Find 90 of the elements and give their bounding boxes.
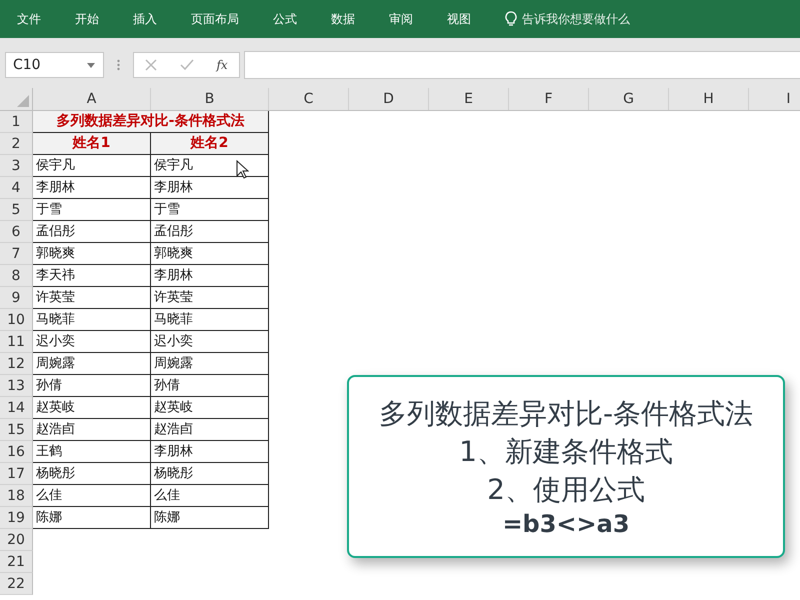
row-header[interactable]: 5: [0, 199, 33, 221]
row-header[interactable]: 4: [0, 177, 33, 199]
column-header[interactable]: D: [349, 88, 429, 110]
table-cell: 许英莹: [33, 287, 151, 309]
check-icon[interactable]: [180, 59, 194, 71]
row-header[interactable]: 3: [0, 155, 33, 177]
column-header[interactable]: H: [669, 88, 749, 110]
table-cell: 马晓菲: [151, 309, 269, 331]
row-header[interactable]: 21: [0, 551, 33, 573]
table-cell: 李朋林: [151, 177, 269, 199]
ribbon-tab[interactable]: 页面布局: [191, 10, 239, 28]
ribbon-tab[interactable]: 公式: [273, 10, 297, 28]
table-cell: 么佳: [151, 485, 269, 507]
table-cell: 李天祎: [33, 265, 151, 287]
column-header[interactable]: A: [33, 88, 151, 110]
table-cell: 于雪: [151, 199, 269, 221]
table-cell: 赵英岐: [151, 397, 269, 419]
row-header[interactable]: 19: [0, 507, 33, 529]
note-text: 2、使用公式: [487, 472, 645, 508]
caret-icon: [87, 62, 95, 68]
formula-text: =b3<>a3: [502, 508, 630, 538]
row-header[interactable]: 10: [0, 309, 33, 331]
table-cell: 赵浩卣: [151, 419, 269, 441]
table-cell: 杨晓彤: [33, 463, 151, 485]
table-cell: 么佳: [33, 485, 151, 507]
column-header[interactable]: B: [151, 88, 269, 110]
pointer-icon: [236, 160, 249, 179]
row-header[interactable]: 20: [0, 529, 33, 551]
name-box[interactable]: C10: [5, 52, 104, 78]
row-header[interactable]: 12: [0, 353, 33, 375]
row-header[interactable]: 11: [0, 331, 33, 353]
cancel-icon[interactable]: [145, 59, 158, 71]
row-header[interactable]: 18: [0, 485, 33, 507]
ribbon-tab[interactable]: 文件: [17, 10, 41, 28]
row-header[interactable]: 1: [0, 111, 33, 133]
ribbon-tab[interactable]: 视图: [447, 10, 471, 28]
row-header[interactable]: 14: [0, 397, 33, 419]
table-cell: 赵浩卣: [33, 419, 151, 441]
table-cell: 许英莹: [151, 287, 269, 309]
insert-function-button[interactable]: fx: [216, 58, 228, 72]
formula-input[interactable]: [244, 51, 800, 79]
table-cell: 侯宇凡: [33, 155, 151, 177]
grip-icon: [117, 59, 120, 71]
column-header[interactable]: G: [589, 88, 669, 110]
row-header[interactable]: 9: [0, 287, 33, 309]
table-cell: 孙倩: [151, 375, 269, 397]
row-header[interactable]: 15: [0, 419, 33, 441]
row-header[interactable]: 6: [0, 221, 33, 243]
table-cell: 孟侣彤: [33, 221, 151, 243]
ribbon-tab[interactable]: 数据: [331, 10, 355, 28]
table-cell: 陈娜: [33, 507, 151, 529]
ribbon-tab[interactable]: 开始: [75, 10, 99, 28]
table-cell: 郭晓爽: [33, 243, 151, 265]
column-header[interactable]: F: [509, 88, 589, 110]
title-cell: 多列数据差异对比-条件格式法: [33, 111, 269, 133]
select-all-icon[interactable]: [17, 95, 29, 107]
row-header[interactable]: 22: [0, 573, 33, 595]
row-header[interactable]: 2: [0, 133, 33, 155]
ribbon-tab[interactable]: 插入: [133, 10, 157, 28]
table-cell: 迟小奕: [33, 331, 151, 353]
ribbon-tab[interactable]: 审阅: [389, 10, 413, 28]
table-cell: 李朋林: [151, 441, 269, 463]
table-cell: 杨晓彤: [151, 463, 269, 485]
column-header[interactable]: C: [269, 88, 349, 110]
table-cell: 李朋林: [33, 177, 151, 199]
tell-me-search[interactable]: 告诉我你想要做什么: [505, 10, 630, 28]
note-text: 多列数据差异对比-条件格式法: [378, 396, 754, 432]
column-header[interactable]: I: [749, 88, 800, 110]
table-cell: 陈娜: [151, 507, 269, 529]
table-cell: 郭晓爽: [151, 243, 269, 265]
table-cell: 孙倩: [33, 375, 151, 397]
header-cell: 姓名1: [33, 133, 151, 155]
table-cell: 王鹤: [33, 441, 151, 463]
row-header[interactable]: 17: [0, 463, 33, 485]
header-cell: 姓名2: [151, 133, 269, 155]
lightbulb-icon: [505, 11, 517, 27]
column-header[interactable]: E: [429, 88, 509, 110]
table-cell: 李朋林: [151, 265, 269, 287]
row-header[interactable]: 7: [0, 243, 33, 265]
row-header[interactable]: 16: [0, 441, 33, 463]
table-cell: 于雪: [33, 199, 151, 221]
row-header[interactable]: 8: [0, 265, 33, 287]
table-cell: 迟小奕: [151, 331, 269, 353]
table-cell: 周婉露: [33, 353, 151, 375]
table-cell: 马晓菲: [33, 309, 151, 331]
table-cell: 赵英岐: [33, 397, 151, 419]
table-cell: 孟侣彤: [151, 221, 269, 243]
table-cell: 周婉露: [151, 353, 269, 375]
row-header[interactable]: 13: [0, 375, 33, 397]
note-text: 1、新建条件格式: [459, 434, 673, 470]
